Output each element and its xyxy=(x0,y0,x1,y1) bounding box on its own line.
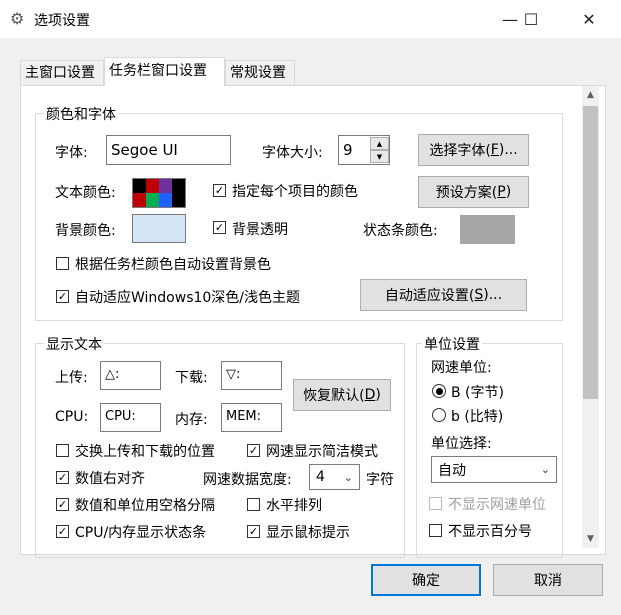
horizontal-checkbox[interactable] xyxy=(247,498,260,511)
font-size-label: 字体大小: xyxy=(262,145,323,161)
per-item-color-label: 指定每个项目的颜色 xyxy=(232,184,358,200)
speed-width-unit: 字符 xyxy=(366,472,394,488)
font-label: 字体: xyxy=(55,145,88,161)
auto-adapt-accel: S xyxy=(474,287,484,303)
restore-button-label: 恢复默认( xyxy=(303,388,365,404)
simple-mode-label: 网速显示简洁模式 xyxy=(266,444,378,460)
scroll-down-icon[interactable]: ▼ xyxy=(582,530,599,547)
upload-field[interactable]: △: xyxy=(100,361,161,390)
statusbar-color-swatch[interactable] xyxy=(460,215,515,244)
auto-adapt-label: 自动适应Windows10深色/浅色主题 xyxy=(75,290,301,306)
per-item-color-checkbox[interactable]: ✓ xyxy=(213,184,226,197)
swap-position-checkbox[interactable] xyxy=(56,444,69,457)
restore-default-button[interactable]: 恢复默认(D) xyxy=(293,379,391,411)
text-color-swatch[interactable] xyxy=(132,178,186,208)
auto-bg-checkbox[interactable] xyxy=(56,257,69,270)
speed-width-value: 4 xyxy=(316,469,325,485)
speed-unit-label: 网速单位: xyxy=(431,360,492,376)
right-align-checkbox[interactable]: ✓ xyxy=(56,471,69,484)
cpu-field[interactable]: CPU: xyxy=(100,403,161,432)
restore-accel: D xyxy=(364,387,376,403)
cpu-mem-bar-checkbox[interactable]: ✓ xyxy=(56,525,69,538)
right-align-label: 数值右对齐 xyxy=(75,471,145,487)
mouse-tip-label: 显示鼠标提示 xyxy=(266,525,350,541)
hide-speed-unit-checkbox[interactable] xyxy=(429,497,442,510)
cpu-label: CPU: xyxy=(55,409,89,425)
select-font-suffix: )... xyxy=(498,142,518,158)
unit-select-label: 单位选择: xyxy=(431,436,492,452)
auto-adapt-button-label: 自动适应设置( xyxy=(384,288,475,304)
bg-transparent-checkbox[interactable]: ✓ xyxy=(213,221,226,234)
chevron-down-icon: ⌄ xyxy=(540,463,550,476)
display-text-group-title: 显示文本 xyxy=(44,334,104,354)
hide-speed-unit-label: 不显示网速单位 xyxy=(448,497,546,513)
tab-main-window[interactable]: 主窗口设置 xyxy=(20,60,104,85)
cpu-mem-bar-label: CPU/内存显示状态条 xyxy=(75,525,207,541)
auto-adapt-settings-button[interactable]: 自动适应设置(S)... xyxy=(360,279,527,311)
unit-group-title: 单位设置 xyxy=(422,334,482,354)
unit-select[interactable]: 自动 ⌄ xyxy=(431,456,557,483)
close-button[interactable]: ✕ xyxy=(566,0,612,38)
font-name-field[interactable]: Segoe UI xyxy=(106,135,231,165)
auto-adapt-checkbox[interactable]: ✓ xyxy=(56,290,69,303)
window-title: 选项设置 xyxy=(34,13,90,29)
speed-width-label: 网速数据宽度: xyxy=(203,472,292,488)
text-color-label: 文本颜色: xyxy=(55,185,116,201)
download-field[interactable]: ▽: xyxy=(221,361,282,390)
hide-percent-checkbox[interactable] xyxy=(429,524,442,537)
radio-bit[interactable] xyxy=(432,408,446,422)
restore-suffix: ) xyxy=(375,387,381,403)
gear-icon: ⚙ xyxy=(10,9,25,28)
preset-scheme-button[interactable]: 预设方案(P) xyxy=(418,176,529,208)
scrollbar-thumb[interactable] xyxy=(582,105,599,400)
unit-select-value: 自动 xyxy=(438,462,466,479)
upload-label: 上传: xyxy=(55,370,88,386)
spin-up-icon[interactable]: ▲ xyxy=(370,137,389,150)
bg-color-swatch[interactable] xyxy=(132,214,186,243)
ok-button[interactable]: 确定 xyxy=(371,564,481,596)
swap-position-label: 交换上传和下载的位置 xyxy=(75,444,215,460)
select-font-button[interactable]: 选择字体(F)... xyxy=(418,134,529,166)
bg-transparent-label: 背景透明 xyxy=(232,222,288,238)
auto-adapt-suffix: )... xyxy=(483,287,503,303)
chevron-down-icon: ⌄ xyxy=(343,470,353,484)
simple-mode-checkbox[interactable]: ✓ xyxy=(247,444,260,457)
tab-general[interactable]: 常规设置 xyxy=(225,60,295,85)
preset-button-label: 预设方案( xyxy=(435,185,498,201)
radio-dot xyxy=(435,387,443,395)
radio-byte[interactable] xyxy=(432,384,446,398)
space-separator-checkbox[interactable]: ✓ xyxy=(56,498,69,511)
color-font-group-title: 颜色和字体 xyxy=(44,104,118,124)
statusbar-color-label: 状态条颜色: xyxy=(363,223,438,239)
select-font-accel: F xyxy=(490,142,499,158)
memory-field[interactable]: MEM: xyxy=(221,403,282,432)
hide-percent-label: 不显示百分号 xyxy=(448,524,532,540)
preset-accel: P xyxy=(497,184,506,200)
mouse-tip-checkbox[interactable]: ✓ xyxy=(247,525,260,538)
bg-color-label: 背景颜色: xyxy=(55,223,116,239)
cancel-button[interactable]: 取消 xyxy=(493,564,603,596)
maximize-button[interactable]: ☐ xyxy=(508,0,554,38)
scroll-up-icon[interactable]: ▲ xyxy=(582,86,599,103)
speed-width-select[interactable]: 4 ⌄ xyxy=(309,464,360,490)
space-separator-label: 数值和单位用空格分隔 xyxy=(75,498,215,514)
memory-label: 内存: xyxy=(175,412,208,428)
auto-bg-label: 根据任务栏颜色自动设置背景色 xyxy=(75,257,271,273)
radio-bit-label: b (比特) xyxy=(451,409,504,425)
radio-byte-label: B (字节) xyxy=(451,385,504,401)
horizontal-label: 水平排列 xyxy=(266,498,322,514)
tab-taskbar-window[interactable]: 任务栏窗口设置 xyxy=(104,57,225,86)
preset-suffix: ) xyxy=(505,184,512,200)
spin-down-icon[interactable]: ▼ xyxy=(370,150,389,163)
download-label: 下载: xyxy=(175,370,208,386)
select-font-button-label: 选择字体( xyxy=(429,143,491,159)
